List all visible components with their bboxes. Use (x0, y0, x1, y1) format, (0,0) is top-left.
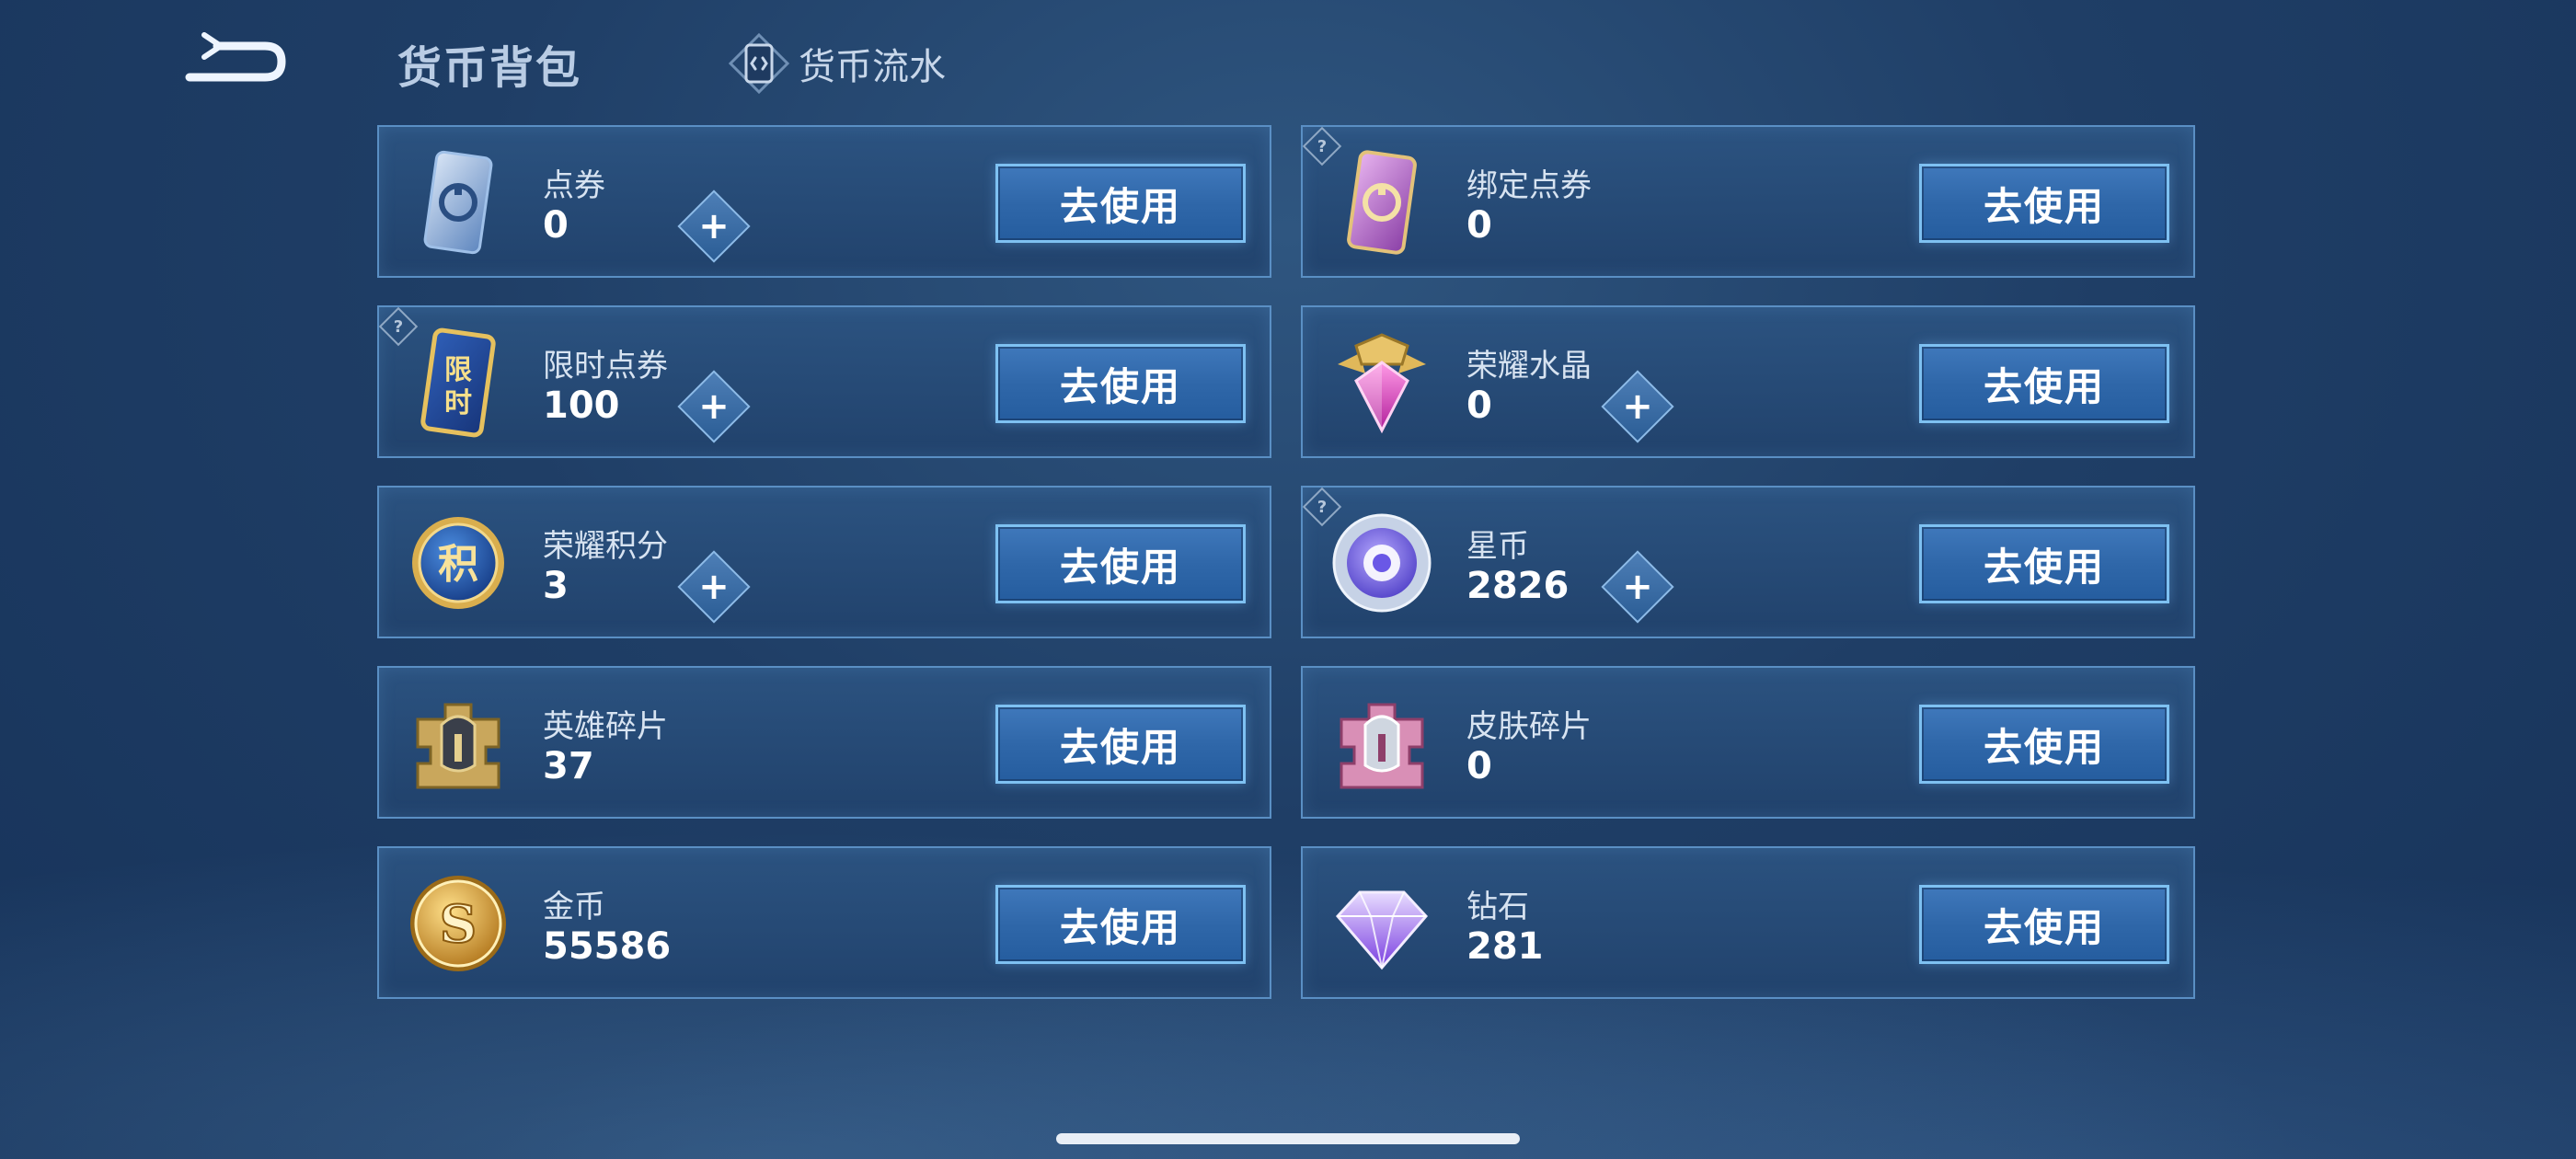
plus-icon: + (1622, 566, 1653, 608)
currency-name: 荣耀水晶 (1466, 348, 1592, 384)
use-button[interactable]: 去使用 (1919, 344, 2169, 423)
ticket-icon (405, 147, 512, 258)
currency-card: ? 星币 2826 + 去使用 (1301, 486, 2195, 638)
limited-ticket-icon: 限时 (405, 327, 512, 438)
add-currency-button[interactable]: + (1601, 550, 1674, 624)
currency-name: 点券 (543, 167, 605, 204)
use-button[interactable]: 去使用 (995, 885, 1246, 964)
add-currency-button[interactable]: + (677, 550, 751, 624)
use-button[interactable]: 去使用 (995, 705, 1246, 784)
use-button[interactable]: 去使用 (995, 344, 1246, 423)
currency-flow-icon (729, 33, 789, 94)
currency-name: 绑定点券 (1466, 167, 1592, 204)
currency-amount: 0 (1466, 384, 1492, 427)
currency-card: ? 绑定点券 0 去使用 (1301, 125, 2195, 278)
svg-text:S: S (440, 894, 477, 955)
tab-currency-flow-label: 货币流水 (799, 46, 946, 88)
back-arrow-icon (185, 32, 286, 82)
diamond-icon (1328, 868, 1435, 979)
hero-fragment-icon (405, 688, 512, 798)
currency-amount: 0 (543, 204, 569, 247)
currency-card: 点券 0 + 去使用 (377, 125, 1271, 278)
gold-coin-icon: S (405, 868, 512, 979)
currency-amount: 3 (543, 565, 569, 607)
currency-card: 荣耀水晶 0 + 去使用 (1301, 305, 2195, 458)
currency-amount: 0 (1466, 204, 1492, 247)
currency-amount: 0 (1466, 745, 1492, 787)
glory-crystal-icon (1328, 327, 1435, 438)
use-button[interactable]: 去使用 (1919, 524, 2169, 603)
currency-card: 英雄碎片 37 去使用 (377, 666, 1271, 819)
currency-name: 皮肤碎片 (1466, 708, 1592, 745)
currency-name: 英雄碎片 (543, 708, 668, 745)
currency-name: 星币 (1466, 528, 1529, 565)
plus-icon: + (698, 566, 730, 608)
star-coin-icon (1328, 508, 1435, 618)
page-title: 货币背包 (397, 42, 582, 94)
use-button[interactable]: 去使用 (1919, 164, 2169, 243)
currency-amount: 55586 (543, 925, 672, 968)
use-button[interactable]: 去使用 (1919, 885, 2169, 964)
add-currency-button[interactable]: + (1601, 370, 1674, 443)
currency-name: 钻石 (1466, 889, 1529, 925)
plus-icon: + (1622, 385, 1653, 428)
use-button[interactable]: 去使用 (1919, 705, 2169, 784)
currency-card: 积 荣耀积分 3 + 去使用 (377, 486, 1271, 638)
home-indicator[interactable] (1056, 1133, 1520, 1144)
currency-card: 钻石 281 去使用 (1301, 846, 2195, 999)
header: 货币背包 货币流水 (0, 0, 2576, 120)
currency-card: ? 限时限时点券 100 + 去使用 (377, 305, 1271, 458)
glory-points-icon: 积 (405, 508, 512, 618)
use-button[interactable]: 去使用 (995, 164, 1246, 243)
currency-amount: 100 (543, 384, 620, 427)
currency-amount: 37 (543, 745, 594, 787)
skin-fragment-icon (1328, 688, 1435, 798)
currency-name: 金币 (543, 889, 605, 925)
bound-ticket-icon (1328, 147, 1435, 258)
plus-icon: + (698, 205, 730, 247)
currency-amount: 281 (1466, 925, 1544, 968)
currency-card: 皮肤碎片 0 去使用 (1301, 666, 2195, 819)
add-currency-button[interactable]: + (677, 370, 751, 443)
currency-name: 荣耀积分 (543, 528, 668, 565)
plus-icon: + (698, 385, 730, 428)
currency-card: S 金币 55586 去使用 (377, 846, 1271, 999)
add-currency-button[interactable]: + (677, 189, 751, 263)
use-button[interactable]: 去使用 (995, 524, 1246, 603)
back-button[interactable] (177, 31, 287, 92)
currency-amount: 2826 (1466, 565, 1570, 607)
svg-text:时: 时 (444, 387, 472, 419)
svg-text:限: 限 (444, 354, 472, 386)
tab-currency-flow[interactable]: 货币流水 (729, 33, 946, 94)
currency-name: 限时点券 (543, 348, 668, 384)
svg-text:积: 积 (438, 541, 478, 588)
